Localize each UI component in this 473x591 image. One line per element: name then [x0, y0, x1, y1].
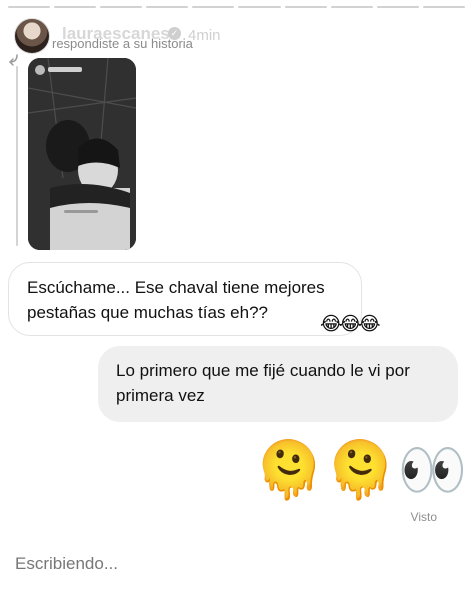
progress-segment	[8, 6, 51, 8]
seen-status: Visto	[410, 510, 437, 524]
progress-segment	[238, 6, 281, 8]
verified-badge-icon: ✓	[168, 27, 181, 40]
progress-segment	[376, 6, 419, 8]
outgoing-message[interactable]: Lo primero que me fijé cuando le vi por …	[98, 346, 458, 422]
more-dot-icon	[389, 30, 393, 34]
progress-segment	[100, 6, 143, 8]
progress-segment	[330, 6, 373, 8]
username[interactable]: lauraescanes	[62, 24, 170, 44]
timestamp: 4min	[188, 27, 221, 44]
story-photo	[28, 58, 136, 250]
progress-segment	[422, 6, 465, 8]
more-dot-icon	[403, 30, 407, 34]
story-progress-bar	[8, 6, 465, 8]
avatar[interactable]	[14, 18, 50, 54]
story-thumbnail[interactable]	[28, 58, 136, 250]
progress-segment	[54, 6, 97, 8]
emoji-message[interactable]: 🫠🫠👀	[254, 438, 469, 502]
message-reaction[interactable]: 😂😂😂	[320, 313, 381, 336]
progress-segment	[192, 6, 235, 8]
reply-line	[16, 66, 18, 246]
reply-indicator-icon	[8, 54, 18, 66]
more-dot-icon	[396, 30, 400, 34]
more-options-button[interactable]	[385, 22, 411, 42]
typing-indicator: Escribiendo...	[15, 554, 118, 573]
story-header: respondiste a su historia lauraescanes ✓…	[14, 16, 463, 58]
progress-segment	[146, 6, 189, 8]
progress-segment	[284, 6, 327, 8]
incoming-message[interactable]: Escúchame... Ese chaval tiene mejores pe…	[8, 262, 362, 336]
close-icon[interactable]	[427, 20, 457, 50]
